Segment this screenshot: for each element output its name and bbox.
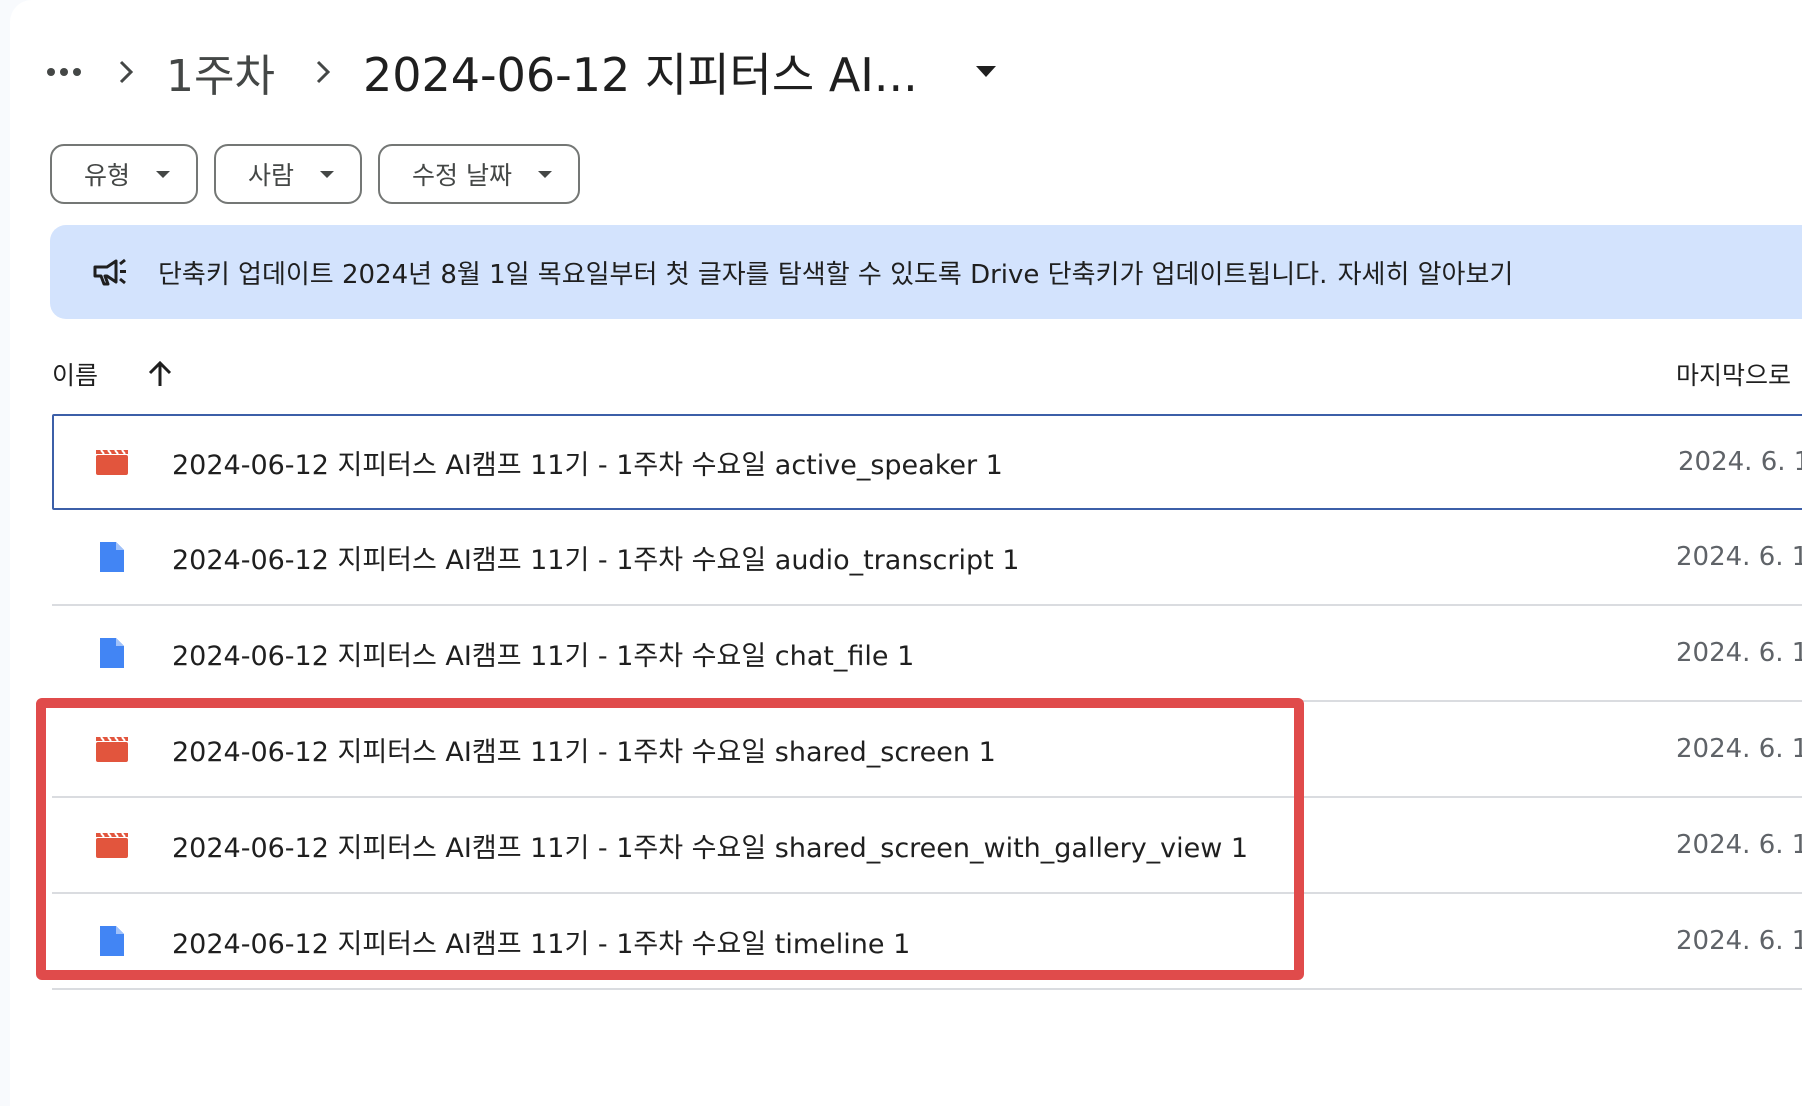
document-file-icon	[94, 635, 130, 671]
last-modified-column-header[interactable]: 마지막으로	[1676, 356, 1791, 392]
breadcrumb-parent-folder[interactable]: 1주차	[160, 40, 281, 104]
megaphone-icon	[90, 252, 130, 292]
file-row[interactable]: 2024-06-12 지피터스 AI캠프 11기 - 1주차 수요일 audio…	[52, 510, 1802, 606]
filter-people-label: 사람	[248, 161, 295, 190]
file-name: 2024-06-12 지피터스 AI캠프 11기 - 1주차 수요일 activ…	[172, 449, 1003, 481]
breadcrumb-current-folder[interactable]: 2024-06-12 지피터스 AI...	[357, 39, 924, 105]
drive-main-panel: 1주차 2024-06-12 지피터스 AI... 유형 사람 수정 날짜 단축…	[10, 0, 1802, 1106]
breadcrumb: 1주차 2024-06-12 지피터스 AI...	[42, 36, 1008, 108]
file-modified-date: 2024. 6. 1	[1678, 447, 1802, 477]
file-modified-date: 2024. 6. 1	[1676, 830, 1802, 860]
file-modified-date: 2024. 6. 1	[1676, 926, 1802, 956]
file-name: 2024-06-12 지피터스 AI캠프 11기 - 1주차 수요일 share…	[172, 736, 996, 768]
file-row[interactable]: 2024-06-12 지피터스 AI캠프 11기 - 1주차 수요일 chat_…	[52, 606, 1802, 702]
file-name: 2024-06-12 지피터스 AI캠프 11기 - 1주차 수요일 audio…	[172, 544, 1020, 576]
banner-message: 단축키 업데이트 2024년 8월 1일 목요일부터 첫 글자를 탐색할 수 있…	[158, 254, 1513, 291]
folder-actions-dropdown[interactable]	[964, 50, 1008, 94]
learn-more-link[interactable]: 자세히 알아보기	[1338, 260, 1514, 290]
shortcut-update-banner: 단축키 업데이트 2024년 8월 1일 목요일부터 첫 글자를 탐색할 수 있…	[50, 225, 1802, 319]
filter-modified-label: 수정 날짜	[412, 161, 512, 190]
file-row[interactable]: 2024-06-12 지피터스 AI캠프 11기 - 1주차 수요일 timel…	[52, 894, 1802, 990]
file-name: 2024-06-12 지피터스 AI캠프 11기 - 1주차 수요일 timel…	[172, 928, 911, 960]
filter-type-label: 유형	[84, 161, 131, 190]
caret-down-icon	[975, 66, 996, 77]
video-file-icon	[94, 827, 130, 863]
file-row[interactable]: 2024-06-12 지피터스 AI캠프 11기 - 1주차 수요일 share…	[52, 702, 1802, 798]
file-name: 2024-06-12 지피터스 AI캠프 11기 - 1주차 수요일 chat_…	[172, 640, 915, 672]
file-modified-date: 2024. 6. 1	[1676, 542, 1802, 572]
file-modified-date: 2024. 6. 1	[1676, 638, 1802, 668]
file-list-header: 이름 마지막으로	[52, 346, 1802, 402]
filter-people-chip[interactable]: 사람	[214, 144, 363, 204]
banner-title: 단축키 업데이트	[158, 259, 334, 290]
file-row[interactable]: 2024-06-12 지피터스 AI캠프 11기 - 1주차 수요일 share…	[52, 798, 1802, 894]
chevron-right-icon	[303, 52, 343, 92]
caret-down-icon	[156, 170, 171, 178]
document-file-icon	[94, 923, 130, 959]
breadcrumb-more-button[interactable]	[44, 52, 84, 92]
filter-type-chip[interactable]: 유형	[50, 144, 199, 204]
video-file-icon	[94, 731, 130, 767]
arrow-up-icon[interactable]	[142, 356, 178, 392]
file-list: 2024-06-12 지피터스 AI캠프 11기 - 1주차 수요일 activ…	[52, 414, 1802, 990]
caret-down-icon	[537, 170, 552, 178]
document-file-icon	[94, 539, 130, 575]
banner-body: 2024년 8월 1일 목요일부터 첫 글자를 탐색할 수 있도록 Drive …	[341, 259, 1328, 290]
more-horizontal-icon	[47, 68, 81, 76]
name-column-header[interactable]: 이름	[52, 356, 98, 392]
file-row[interactable]: 2024-06-12 지피터스 AI캠프 11기 - 1주차 수요일 activ…	[52, 414, 1802, 510]
filter-modified-chip[interactable]: 수정 날짜	[378, 144, 580, 204]
file-modified-date: 2024. 6. 1	[1676, 734, 1802, 764]
filter-chips: 유형 사람 수정 날짜	[50, 144, 580, 204]
file-name: 2024-06-12 지피터스 AI캠프 11기 - 1주차 수요일 share…	[172, 832, 1249, 864]
caret-down-icon	[320, 170, 335, 178]
video-file-icon	[94, 444, 130, 480]
chevron-right-icon	[106, 52, 146, 92]
